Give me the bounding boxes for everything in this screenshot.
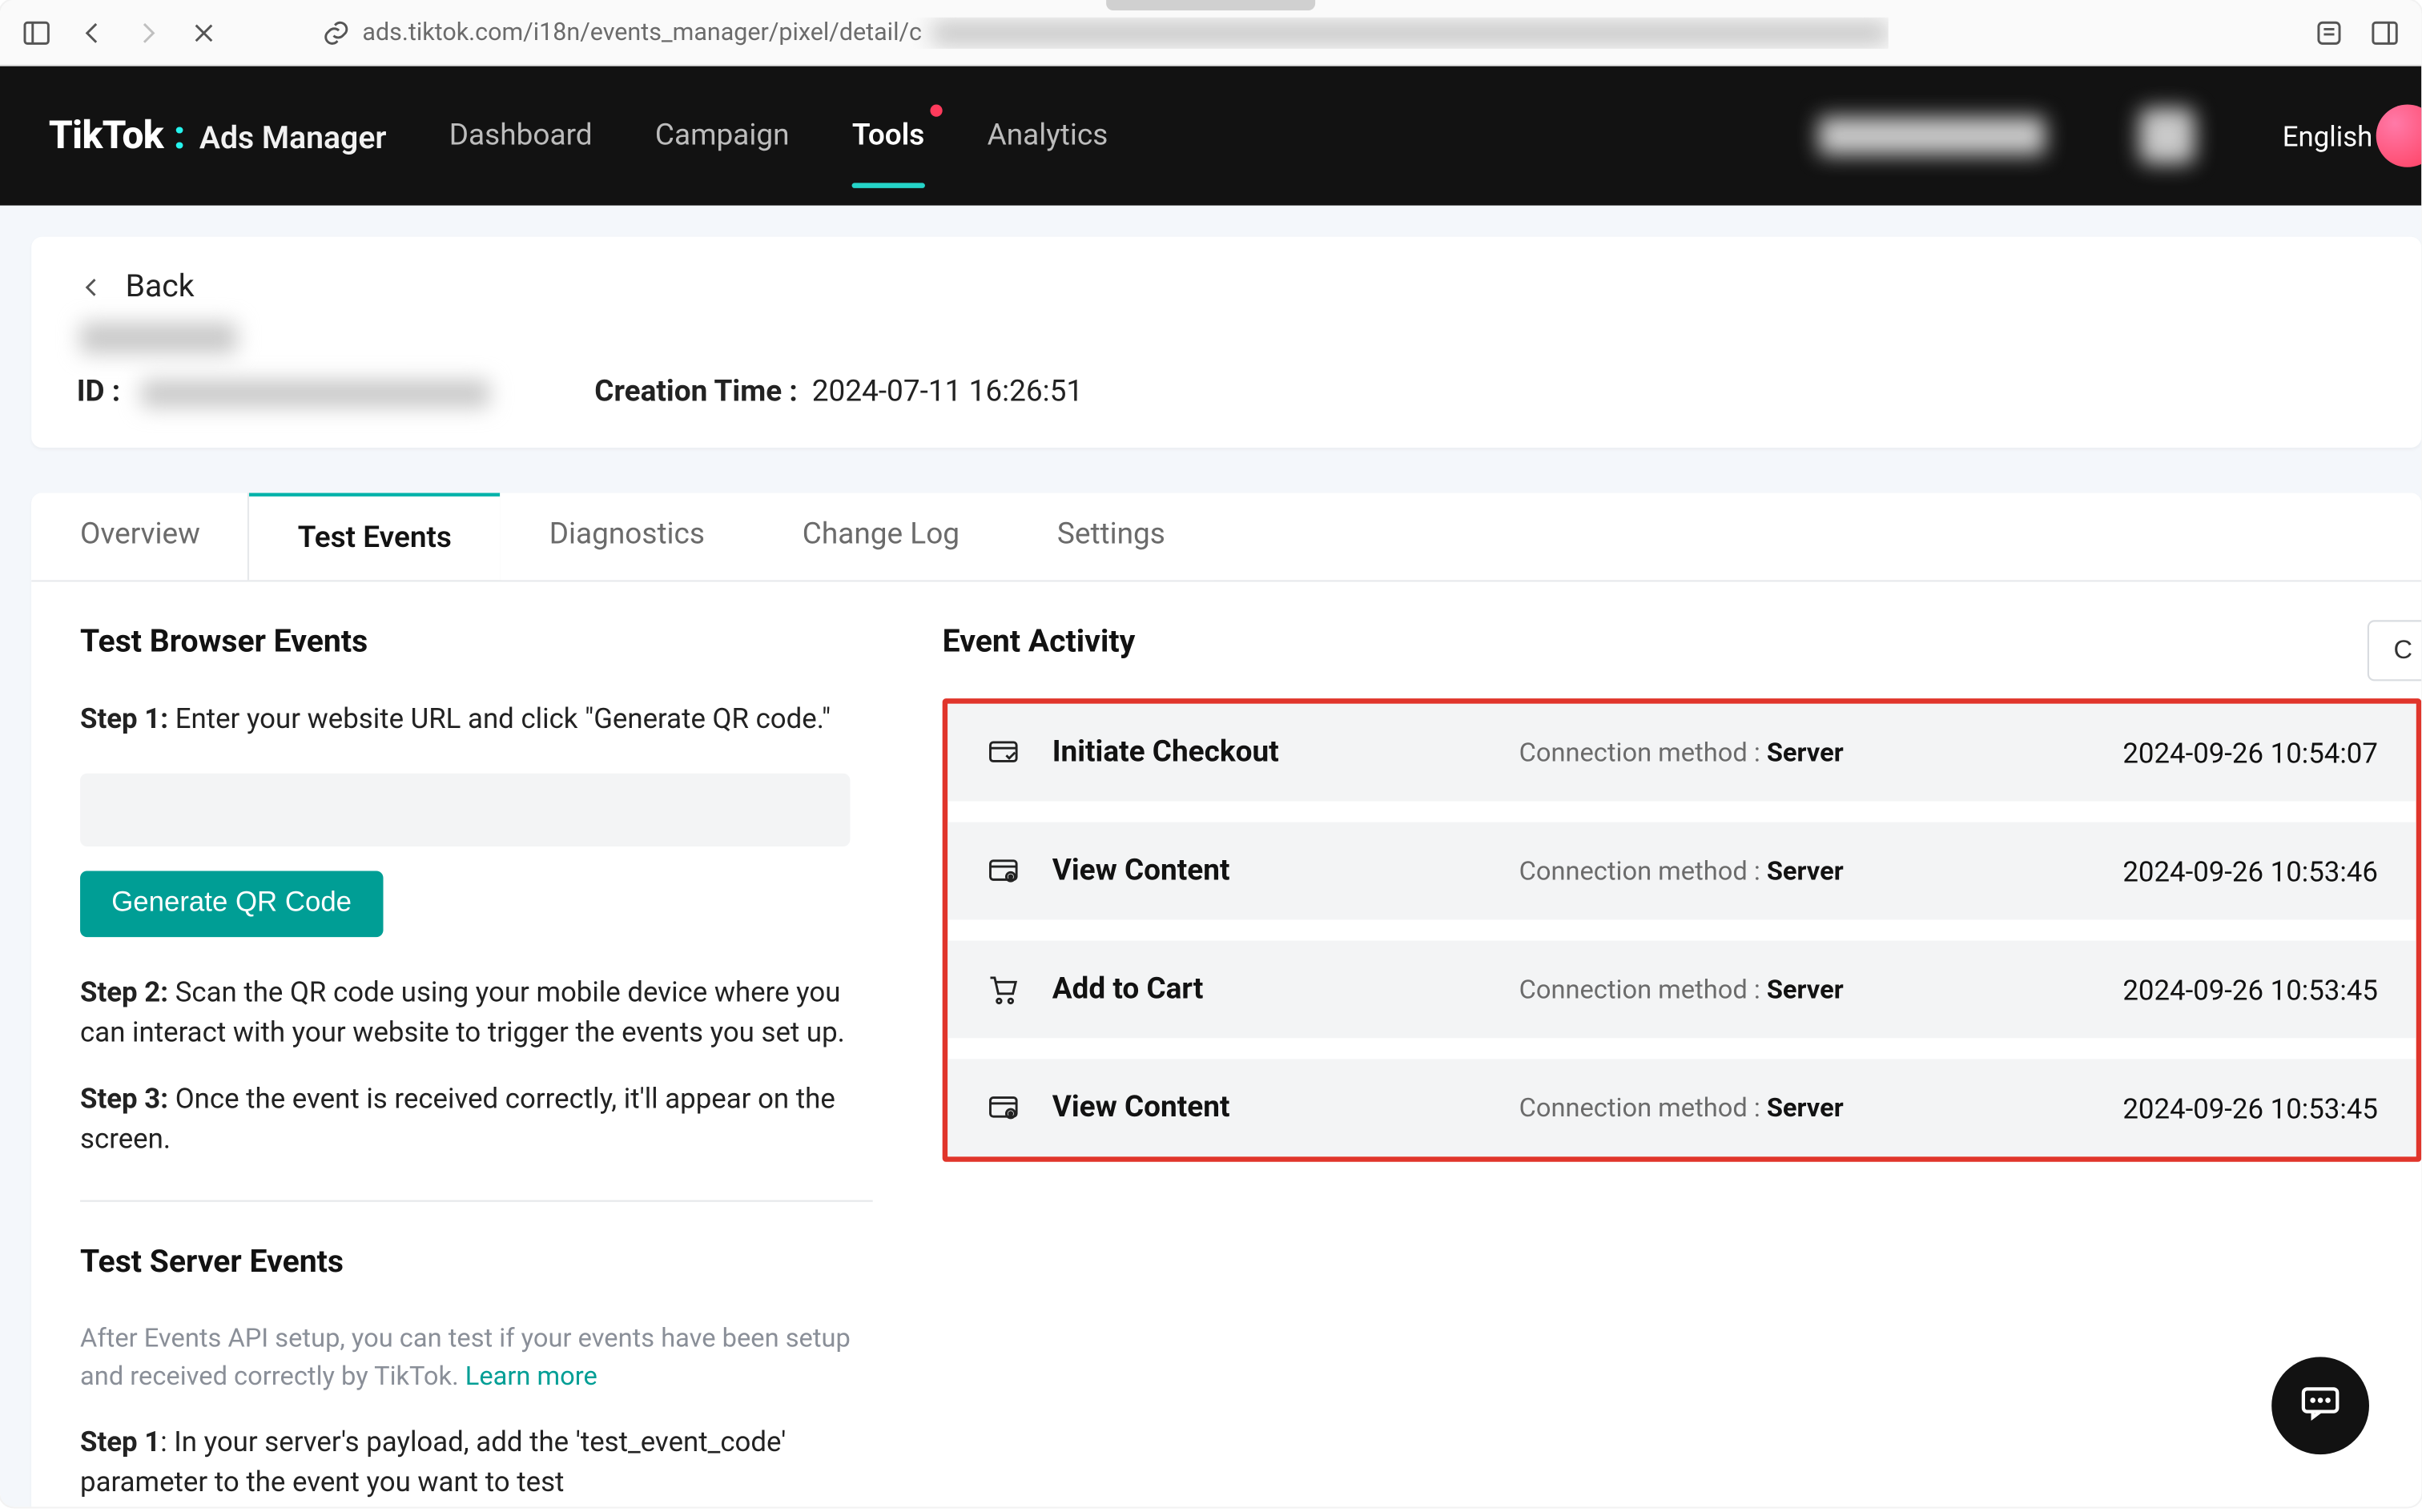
test-browser-events-panel: Test Browser Events Step 1: Enter your w…: [80, 624, 873, 1507]
tab-test-events[interactable]: Test Events: [249, 493, 501, 581]
view-icon: [986, 1091, 1021, 1126]
event-name: View Content: [1052, 1091, 1488, 1126]
chat-fab[interactable]: [2271, 1357, 2369, 1454]
divider: [80, 1200, 873, 1201]
event-row[interactable]: Initiate Checkout Connection method : Ser…: [947, 704, 2416, 802]
event-timestamp: 2024-09-26 10:54:07: [2122, 736, 2378, 769]
reader-icon[interactable]: [2313, 17, 2344, 48]
event-activity-panel: Event Activity C Initiate CheckoutConnec…: [943, 624, 2422, 1507]
step-3-label: Step 3:: [80, 1081, 168, 1114]
creation-row: Creation Time : 2024-07-11 16:26:51: [594, 375, 1083, 410]
event-row[interactable]: Add to Cart Connection method : Server 202…: [947, 941, 2416, 1039]
window-drag-handle[interactable]: [1106, 0, 1315, 10]
clear-events-button[interactable]: C: [2368, 620, 2421, 681]
server-events-subtext: After Events API setup, you can test if …: [80, 1318, 873, 1397]
cart-icon: [986, 972, 1021, 1007]
step-2-label: Step 2:: [80, 975, 168, 1008]
pixel-header-card: Back ID : Creation Time : 2024-07-11 16:…: [31, 237, 2421, 448]
tabs-bar: Overview Test Events Diagnostics Change …: [31, 493, 2421, 582]
learn-more-link[interactable]: Learn more: [465, 1361, 597, 1393]
brand-colon-icon: :: [174, 114, 185, 157]
tabs-card: Overview Test Events Diagnostics Change …: [31, 493, 2421, 1507]
app-topnav: TikTok: Ads Manager Dashboard Campaign T…: [0, 66, 2421, 206]
event-connection: Connection method : Server: [1519, 855, 2092, 887]
brand-logo[interactable]: TikTok: Ads Manager: [49, 114, 387, 157]
account-switcher-redacted[interactable]: [2139, 108, 2195, 164]
server-events-title: Test Server Events: [80, 1244, 873, 1281]
checkout-icon: [986, 735, 1021, 770]
chevron-left-icon: [77, 271, 108, 302]
event-activity-title: Event Activity: [943, 624, 2422, 661]
event-name: View Content: [1052, 854, 1488, 889]
tab-overview[interactable]: Overview: [31, 493, 249, 581]
nav-analytics[interactable]: Analytics: [988, 108, 1108, 164]
tab-change-log[interactable]: Change Log: [754, 493, 1008, 581]
tab-diagnostics[interactable]: Diagnostics: [501, 493, 754, 581]
brand-name: TikTok: [49, 114, 163, 157]
forward-icon: [132, 17, 163, 48]
nav-links: Dashboard Campaign Tools Analytics: [449, 108, 1108, 164]
event-timestamp: 2024-09-26 10:53:45: [2122, 1092, 2378, 1124]
sidebar-toggle-icon[interactable]: [21, 17, 52, 48]
id-row: ID :: [77, 375, 490, 410]
view-icon: [986, 854, 1021, 889]
account-name-redacted[interactable]: [1819, 117, 2046, 155]
step-3: Step 3: Once the event is received corre…: [80, 1077, 873, 1158]
tab-settings[interactable]: Settings: [1008, 493, 1214, 581]
nav-dashboard[interactable]: Dashboard: [449, 108, 593, 164]
generate-qr-button[interactable]: Generate QR Code: [80, 871, 383, 938]
step-2: Step 2: Scan the QR code using your mobi…: [80, 972, 873, 1053]
event-timestamp: 2024-09-26 10:53:46: [2122, 855, 2378, 887]
event-activity-highlight: Initiate Checkout Connection method : Ser…: [943, 698, 2422, 1162]
event-name: Initiate Checkout: [1052, 735, 1488, 770]
nav-campaign[interactable]: Campaign: [655, 108, 790, 164]
panels-icon[interactable]: [2369, 17, 2400, 48]
address-bar[interactable]: ads.tiktok.com/i18n/events_manager/pixel…: [320, 17, 1889, 48]
chat-icon: [2298, 1380, 2344, 1432]
event-timestamp: 2024-09-26 10:53:45: [2122, 973, 2378, 1006]
event-name: Add to Cart: [1052, 972, 1488, 1007]
step-1-text: Enter your website URL and click "Genera…: [175, 702, 831, 735]
creation-value: 2024-07-11 16:26:51: [812, 375, 1083, 410]
brand-sub: Ads Manager: [199, 119, 387, 156]
event-row[interactable]: View Content Connection method : Server 20…: [947, 822, 2416, 920]
tab-content: Test Browser Events Step 1: Enter your w…: [31, 581, 2421, 1506]
step-2-text: Scan the QR code using your mobile devic…: [80, 975, 845, 1049]
id-label: ID :: [77, 375, 120, 410]
server-step-1-text: : In your server's payload, add the 'tes…: [80, 1425, 786, 1498]
language-selector[interactable]: English: [2283, 119, 2373, 152]
nav-tools[interactable]: Tools: [852, 108, 924, 164]
pixel-id-redacted: [142, 379, 490, 407]
avatar[interactable]: [2376, 105, 2422, 167]
event-row[interactable]: View Content Connection method : Server 20…: [947, 1059, 2416, 1156]
back-button[interactable]: Back: [77, 268, 2376, 305]
link-icon: [320, 17, 352, 48]
pixel-name-redacted: [80, 322, 237, 353]
url-redacted: [932, 20, 1889, 44]
website-url-input[interactable]: [80, 774, 850, 846]
event-connection: Connection method : Server: [1519, 974, 2092, 1005]
event-connection: Connection method : Server: [1519, 1092, 2092, 1124]
step-1: Step 1: Enter your website URL and click…: [80, 698, 873, 738]
step-3-text: Once the event is received correctly, it…: [80, 1081, 835, 1155]
url-text: ads.tiktok.com/i18n/events_manager/pixel…: [362, 18, 922, 46]
event-connection: Connection method : Server: [1519, 737, 2092, 768]
server-step-1: Step 1: In your server's payload, add th…: [80, 1422, 873, 1502]
step-1-label: Step 1:: [80, 702, 168, 735]
stop-icon[interactable]: [188, 17, 219, 48]
notification-dot-icon: [930, 105, 942, 117]
back-label: Back: [126, 268, 195, 305]
creation-label: Creation Time :: [594, 375, 798, 410]
page-body: Back ID : Creation Time : 2024-07-11 16:…: [0, 206, 2421, 1507]
back-icon[interactable]: [77, 17, 108, 48]
browser-events-title: Test Browser Events: [80, 624, 873, 661]
server-step-1-label: Step 1: [80, 1425, 160, 1458]
